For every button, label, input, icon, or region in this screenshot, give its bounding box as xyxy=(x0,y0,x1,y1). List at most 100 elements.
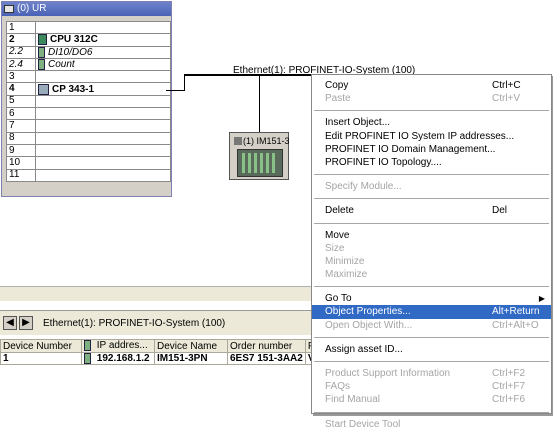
device-column-icon xyxy=(84,340,91,352)
rack-slot-row[interactable]: 4 CP 343-1 xyxy=(6,82,171,96)
rack-connector-vertical xyxy=(184,74,185,91)
menu-item-label: PROFINET IO Topology.... xyxy=(325,156,442,168)
device-module-graphic xyxy=(237,149,283,177)
rack-slot-row[interactable]: 11 xyxy=(6,168,171,182)
slot-module xyxy=(35,20,171,35)
device-table: Device Number IP addres... Device Name O… xyxy=(0,339,318,366)
device-icon xyxy=(84,353,91,364)
rack-slot-row[interactable]: 1 xyxy=(6,20,171,35)
menu-item-copy[interactable]: Copy Ctrl+C xyxy=(312,79,551,92)
menu-item-shortcut: Ctrl+V xyxy=(492,93,521,105)
menu-item-assign-asset-id[interactable]: Assign asset ID... xyxy=(312,343,551,356)
rack-slot-row[interactable]: 10 xyxy=(6,156,171,170)
rack-slot-row[interactable]: 9 xyxy=(6,143,171,158)
detail-pane-title: Ethernet(1): PROFINET-IO-System (100) xyxy=(43,317,226,329)
menu-item-shortcut: Ctrl+F6 xyxy=(492,394,526,406)
module-icon xyxy=(38,46,45,58)
menu-item-faqs: FAQs Ctrl+F7 xyxy=(312,380,551,393)
cell-device-name: IM151-3PN xyxy=(154,351,228,366)
menu-item-shortcut: Ctrl+Alt+O xyxy=(492,319,539,331)
menu-item-delete[interactable]: Delete Del xyxy=(312,204,551,217)
menu-item-label: Specify Module... xyxy=(325,181,402,193)
menu-item-go-to[interactable]: Go To ▶ xyxy=(312,292,551,305)
slot-module xyxy=(35,143,171,158)
menu-item-label: Product Support Information xyxy=(325,368,451,379)
menu-item-label: Object Properties... xyxy=(325,306,411,318)
menu-item-label: Edit PROFINET IO System IP addresses... xyxy=(325,130,515,142)
rack-slot-row[interactable]: 3 xyxy=(6,70,171,84)
menu-item-product-support-information: Product Support Information Ctrl+F2 xyxy=(312,367,551,380)
menu-item-label: PROFINET IO Domain Management... xyxy=(325,143,496,155)
rack-window[interactable]: (0) UR 1 2 CPU 312C 2.2 DI10/DO6 2.4 Count 3 4 CP… xyxy=(1,1,172,197)
menu-item-maximize: Maximize xyxy=(312,268,551,281)
slot-module xyxy=(35,168,171,182)
slot-number: 4 xyxy=(6,82,36,96)
rack-slot-row[interactable]: 2 CPU 312C xyxy=(6,33,171,47)
slot-number: 11 xyxy=(6,168,36,182)
slot-module xyxy=(35,70,171,84)
menu-item-shortcut: Ctrl+F2 xyxy=(492,368,526,379)
column-header-ip-address[interactable]: IP addres... xyxy=(81,339,155,353)
table-row[interactable]: 1 192.168.1.2 IM151-3PN 6ES7 151-3AA2 V xyxy=(0,351,318,366)
submenu-arrow-icon: ▶ xyxy=(538,294,545,304)
menu-item-edit-profinet-io-system-ip-addresses[interactable]: Edit PROFINET IO System IP addresses... xyxy=(312,130,551,143)
menu-item-label: Delete xyxy=(325,205,354,217)
rack-slot-row[interactable]: 6 xyxy=(6,107,171,121)
slot-module: CP 343-1 xyxy=(35,82,171,96)
module-name: DI10/DO6 xyxy=(48,46,93,58)
slot-module: Count xyxy=(35,57,171,72)
menu-item-profinet-io-domain-management[interactable]: PROFINET IO Domain Management... xyxy=(312,143,551,156)
rack-slot-row[interactable]: 7 xyxy=(6,119,171,133)
menu-item-label: Find Manual xyxy=(325,394,381,406)
menu-item-find-manual: Find Manual Ctrl+F6 xyxy=(312,393,551,406)
slot-number: 6 xyxy=(6,107,36,121)
menu-item-label: Size xyxy=(325,242,345,254)
menu-separator xyxy=(314,110,549,112)
column-header-device-name[interactable]: Device Name xyxy=(154,339,228,353)
menu-item-label: Move xyxy=(325,229,350,241)
menu-item-object-properties[interactable]: Object Properties... Alt+Return xyxy=(312,305,551,319)
slot-number: 3 xyxy=(6,70,36,84)
menu-item-label: Go To xyxy=(325,293,352,305)
menu-item-label: FAQs xyxy=(325,381,351,393)
menu-item-label: Minimize xyxy=(325,255,365,267)
module-name: CPU 312C xyxy=(50,34,98,46)
io-device-im151[interactable]: (1) IM151-3 xyxy=(229,132,290,180)
rack-slot-row[interactable]: 2.2 DI10/DO6 xyxy=(6,45,171,59)
module-icon xyxy=(38,34,47,46)
column-header-device-number[interactable]: Device Number xyxy=(0,339,82,353)
slot-module xyxy=(35,107,171,121)
rack-slot-row[interactable]: 5 xyxy=(6,94,171,109)
slot-number: 9 xyxy=(6,143,36,158)
rack-icon xyxy=(4,5,14,13)
menu-item-profinet-io-topology[interactable]: PROFINET IO Topology.... xyxy=(312,156,551,169)
menu-item-minimize: Minimize xyxy=(312,255,551,268)
rack-slot-row[interactable]: 8 xyxy=(6,131,171,145)
slot-module xyxy=(35,94,171,109)
module-icon xyxy=(38,83,49,95)
menu-separator xyxy=(314,336,549,338)
menu-item-specify-module: Specify Module... xyxy=(312,180,551,193)
rack-title-bar[interactable]: (0) UR xyxy=(2,2,171,16)
column-header-order-number[interactable]: Order number xyxy=(227,339,306,353)
menu-item-label: Open Object With... xyxy=(325,319,413,331)
menu-separator xyxy=(314,198,549,200)
device-drop-line xyxy=(259,76,260,132)
menu-item-insert-object[interactable]: Insert Object... xyxy=(312,116,551,129)
rack-connector-line xyxy=(166,90,184,91)
arrow-left-icon[interactable]: ◀ xyxy=(3,316,17,330)
module-name: CP 343-1 xyxy=(52,83,95,95)
arrow-right-icon[interactable]: ▶ xyxy=(19,316,33,330)
menu-item-label: Start Device Tool xyxy=(325,418,401,430)
menu-item-move[interactable]: Move xyxy=(312,229,551,242)
rack-slot-row[interactable]: 2.4 Count xyxy=(6,57,171,72)
menu-separator xyxy=(314,411,549,413)
menu-item-label: Insert Object... xyxy=(325,117,391,129)
menu-item-label: Copy xyxy=(325,80,349,91)
device-label: (1) IM151-3 xyxy=(243,136,290,146)
module-icon xyxy=(38,58,45,70)
slot-number: 7 xyxy=(6,119,36,133)
menu-item-shortcut: Ctrl+F7 xyxy=(492,381,526,393)
cell-ip-address: 192.168.1.2 xyxy=(81,351,155,366)
slot-module: DI10/DO6 xyxy=(35,45,171,59)
